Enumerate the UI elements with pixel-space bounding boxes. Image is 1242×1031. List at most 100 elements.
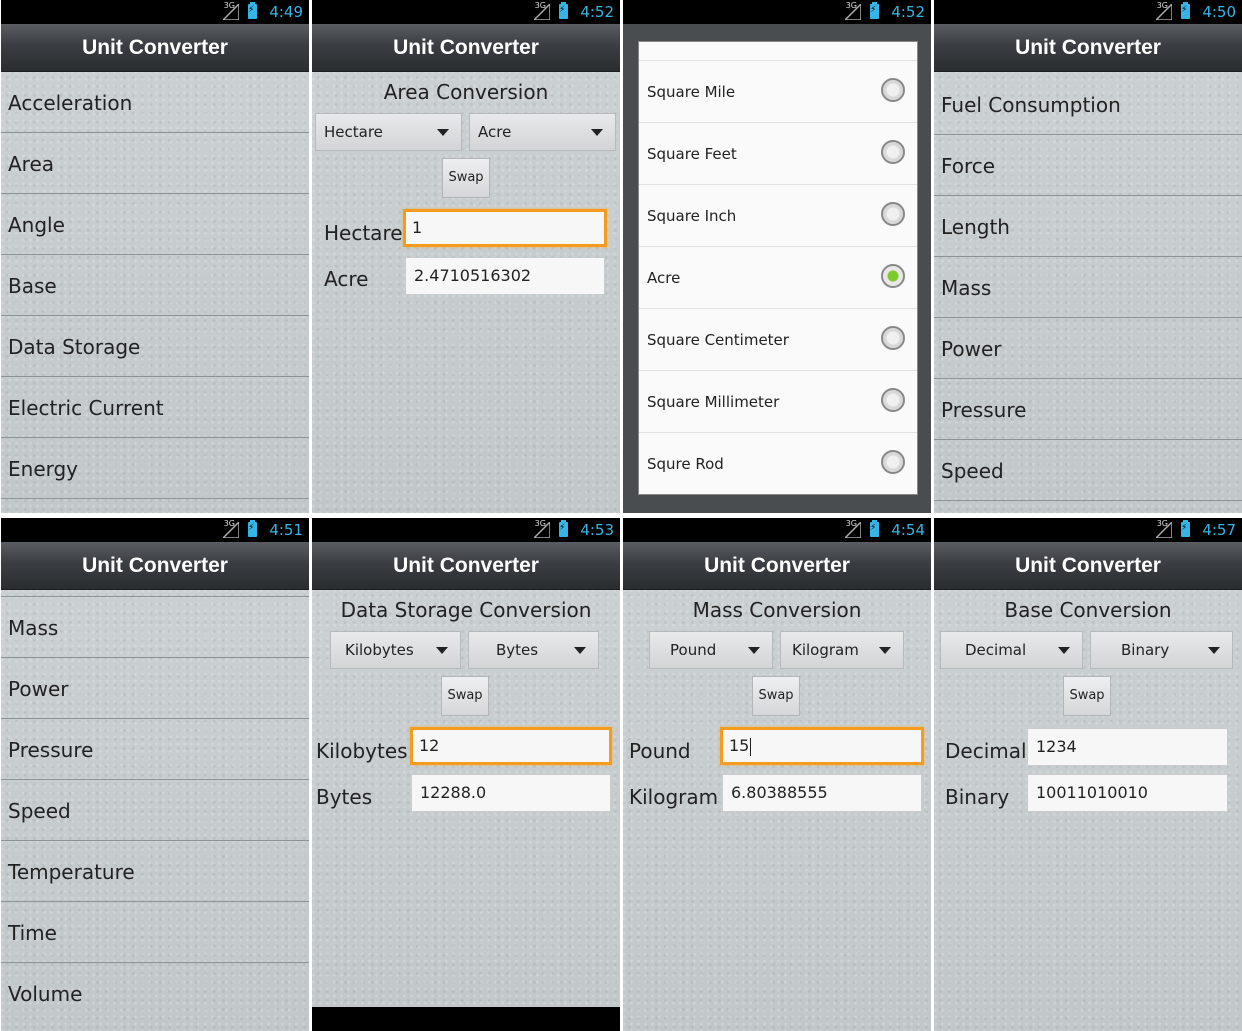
list-item[interactable]: Mass xyxy=(1,597,309,658)
to-unit-value: Binary xyxy=(1121,641,1170,659)
dropdown-arrow-icon xyxy=(574,647,586,654)
radio-icon[interactable] xyxy=(881,78,905,102)
list-item[interactable]: Temperature xyxy=(1,841,309,902)
from-value-text: 15 xyxy=(729,736,750,755)
list-item[interactable]: Electric Current xyxy=(1,377,309,438)
unit-picker-dialog: Square Mile Square Feet Square Inch Acre… xyxy=(638,41,918,495)
battery-icon xyxy=(870,520,879,537)
category-list: Fuel Consumption Force Length Mass Power… xyxy=(934,74,1242,501)
signal-icon xyxy=(223,4,239,20)
swap-button[interactable]: Swap xyxy=(441,676,489,716)
screen-category-list-3: 3G 4:51 Unit Converter Mass Power Pressu… xyxy=(1,518,309,1031)
radio-icon[interactable] xyxy=(881,326,905,350)
to-unit-spinner[interactable]: Bytes xyxy=(468,631,599,669)
unit-option-selected[interactable]: Acre xyxy=(639,247,917,309)
radio-icon[interactable] xyxy=(881,450,905,474)
list-item[interactable]: Area xyxy=(1,133,309,194)
signal-icon xyxy=(845,4,861,20)
signal-icon xyxy=(845,522,861,538)
list-item[interactable]: Acceleration xyxy=(1,72,309,133)
list-item[interactable]: Speed xyxy=(934,440,1242,501)
to-label: Kilogram xyxy=(629,785,719,809)
to-unit-value: Kilogram xyxy=(792,641,859,659)
from-unit-spinner[interactable]: Kilobytes xyxy=(330,631,461,669)
status-bar: 3G 4:51 xyxy=(1,518,309,542)
from-value-input[interactable]: 1 xyxy=(403,209,607,247)
category-list: Acceleration Area Angle Base Data Storag… xyxy=(1,72,309,499)
screen-area-conversion: 3G 4:52 Unit Converter Area Conversion H… xyxy=(312,0,620,513)
swap-button[interactable]: Swap xyxy=(442,158,490,198)
from-value-input[interactable]: 1234 xyxy=(1027,728,1228,766)
swap-button[interactable]: Swap xyxy=(752,676,800,716)
from-unit-spinner[interactable]: Decimal xyxy=(940,631,1083,669)
to-unit-spinner[interactable]: Acre xyxy=(469,113,616,151)
list-item[interactable]: Pressure xyxy=(1,719,309,780)
from-unit-spinner[interactable]: Hectare xyxy=(315,113,462,151)
clock: 4:52 xyxy=(580,3,614,21)
unit-option[interactable]: Square Inch xyxy=(639,185,917,247)
radio-icon[interactable] xyxy=(881,140,905,164)
battery-icon xyxy=(248,520,257,537)
list-item[interactable]: Fuel Consumption xyxy=(934,74,1242,135)
list-item[interactable]: Force xyxy=(934,135,1242,196)
conversion-heading: Data Storage Conversion xyxy=(340,598,592,622)
unit-option-label: Square Feet xyxy=(647,145,737,163)
to-label: Bytes xyxy=(316,785,373,809)
unit-option[interactable]: Squre Rod xyxy=(639,433,917,494)
list-item[interactable]: Data Storage xyxy=(1,316,309,377)
radio-selected-icon[interactable] xyxy=(881,264,905,288)
app-title: Unit Converter xyxy=(312,24,620,72)
app-title: Unit Converter xyxy=(934,542,1242,590)
list-item[interactable]: Power xyxy=(1,658,309,719)
from-value-input[interactable]: 12 xyxy=(410,727,612,765)
dropdown-arrow-icon xyxy=(591,129,603,136)
to-value-text: 12288.0 xyxy=(420,783,487,802)
list-item[interactable]: Base xyxy=(1,255,309,316)
dropdown-arrow-icon xyxy=(436,647,448,654)
from-unit-spinner[interactable]: Pound xyxy=(649,631,773,669)
unit-option[interactable]: Square Feet xyxy=(639,123,917,185)
swap-button[interactable]: Swap xyxy=(1063,676,1111,716)
to-value-output[interactable]: 6.80388555 xyxy=(722,774,922,812)
list-item[interactable]: Volume xyxy=(1,963,309,1024)
to-value-output[interactable]: 2.4710516302 xyxy=(405,257,605,295)
unit-option[interactable]: Square Centimeter xyxy=(639,309,917,371)
battery-icon xyxy=(1181,2,1190,19)
list-item[interactable]: Mass xyxy=(934,257,1242,318)
list-item[interactable]: Energy xyxy=(1,438,309,499)
list-item[interactable]: Length xyxy=(934,196,1242,257)
to-value-output[interactable]: 10011010010 xyxy=(1027,774,1228,812)
app-title: Unit Converter xyxy=(312,542,620,590)
signal-icon xyxy=(1156,522,1172,538)
dropdown-arrow-icon xyxy=(879,647,891,654)
app-title: Unit Converter xyxy=(934,24,1242,72)
unit-option-label: Square Inch xyxy=(647,207,737,225)
from-value-input[interactable]: 15 xyxy=(720,727,924,765)
to-value-output[interactable]: 12288.0 xyxy=(411,774,611,812)
screen-base-conversion: 3G 4:57 Unit Converter Base Conversion D… xyxy=(934,518,1242,1031)
unit-option[interactable]: Square Mile xyxy=(639,61,917,123)
dropdown-arrow-icon xyxy=(748,647,760,654)
to-unit-spinner[interactable]: Binary xyxy=(1090,631,1233,669)
to-label: Binary xyxy=(945,785,1010,809)
app-title: Unit Converter xyxy=(623,542,931,590)
signal-icon xyxy=(223,522,239,538)
from-value-text: 1 xyxy=(412,218,423,237)
unit-option[interactable]: Square Millimeter xyxy=(639,371,917,433)
list-item[interactable]: Pressure xyxy=(934,379,1242,440)
navigation-bar xyxy=(312,1007,620,1031)
battery-icon xyxy=(248,2,257,19)
app-title: Unit Converter xyxy=(1,542,309,590)
radio-icon[interactable] xyxy=(881,388,905,412)
list-item[interactable]: Time xyxy=(1,902,309,963)
from-unit-value: Hectare xyxy=(324,123,383,141)
unit-option-label: Squre Rod xyxy=(647,455,724,473)
clock: 4:51 xyxy=(269,521,303,539)
radio-icon[interactable] xyxy=(881,202,905,226)
to-unit-value: Bytes xyxy=(496,641,539,659)
list-item[interactable]: Speed xyxy=(1,780,309,841)
list-item[interactable]: Angle xyxy=(1,194,309,255)
screen-data-storage-conversion: 3G 4:53 Unit Converter Data Storage Conv… xyxy=(312,518,620,1031)
to-unit-spinner[interactable]: Kilogram xyxy=(780,631,904,669)
list-item[interactable]: Power xyxy=(934,318,1242,379)
